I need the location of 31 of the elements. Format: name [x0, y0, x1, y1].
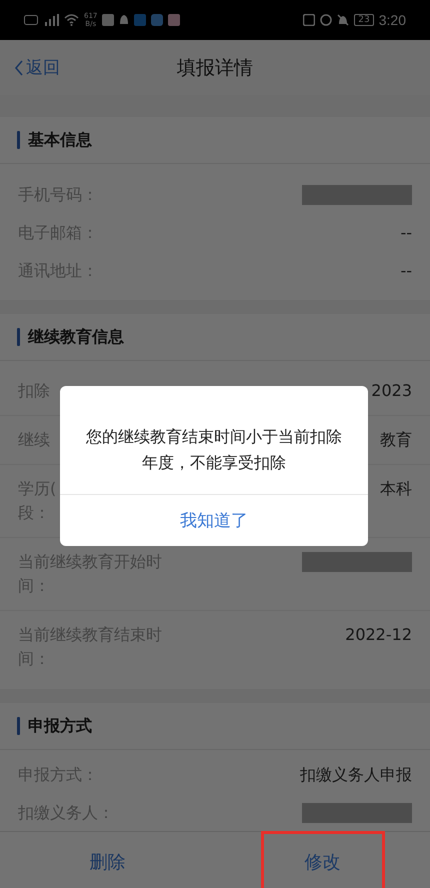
- section-title: 申报方式: [28, 716, 92, 736]
- back-chevron-icon: [14, 58, 24, 76]
- field-value: 扣缴义务人申报: [300, 764, 412, 786]
- app-icon: [102, 14, 114, 26]
- action-button[interactable]: 删除: [46, 831, 170, 888]
- battery-indicator: 23: [354, 14, 374, 26]
- bell-icon: [119, 14, 130, 26]
- field-value: 2023: [371, 380, 412, 402]
- field-value: --: [400, 222, 412, 244]
- field-value: 本科: [380, 478, 412, 500]
- app-icon: [134, 14, 146, 26]
- action-button[interactable]: 修改: [260, 831, 384, 888]
- wifi-icon: [64, 14, 79, 26]
- section-accent-bar: [17, 131, 20, 149]
- alarm-icon: [320, 14, 332, 26]
- back-button[interactable]: 返回: [12, 54, 62, 81]
- signal-icon: [43, 14, 59, 26]
- field-value: 教育: [380, 429, 412, 451]
- section-title: 继续教育信息: [28, 326, 124, 348]
- clock-time: 3:20: [378, 12, 406, 28]
- page-title: 填报详情: [177, 56, 253, 80]
- bell-off-icon: [337, 14, 350, 26]
- field-value: 2022-12: [345, 624, 412, 646]
- section-accent-bar: [17, 717, 20, 735]
- field-value: --: [400, 260, 412, 282]
- app-icon: [151, 14, 164, 26]
- dialog-message: 您的继续教育结束时间小于当前扣除年度，不能享受扣除: [60, 386, 368, 495]
- app-icon: [168, 14, 180, 26]
- dialog-button[interactable]: 我知道了: [60, 495, 368, 546]
- section-title: 基本信息: [28, 130, 92, 150]
- section-accent-bar: [17, 328, 20, 346]
